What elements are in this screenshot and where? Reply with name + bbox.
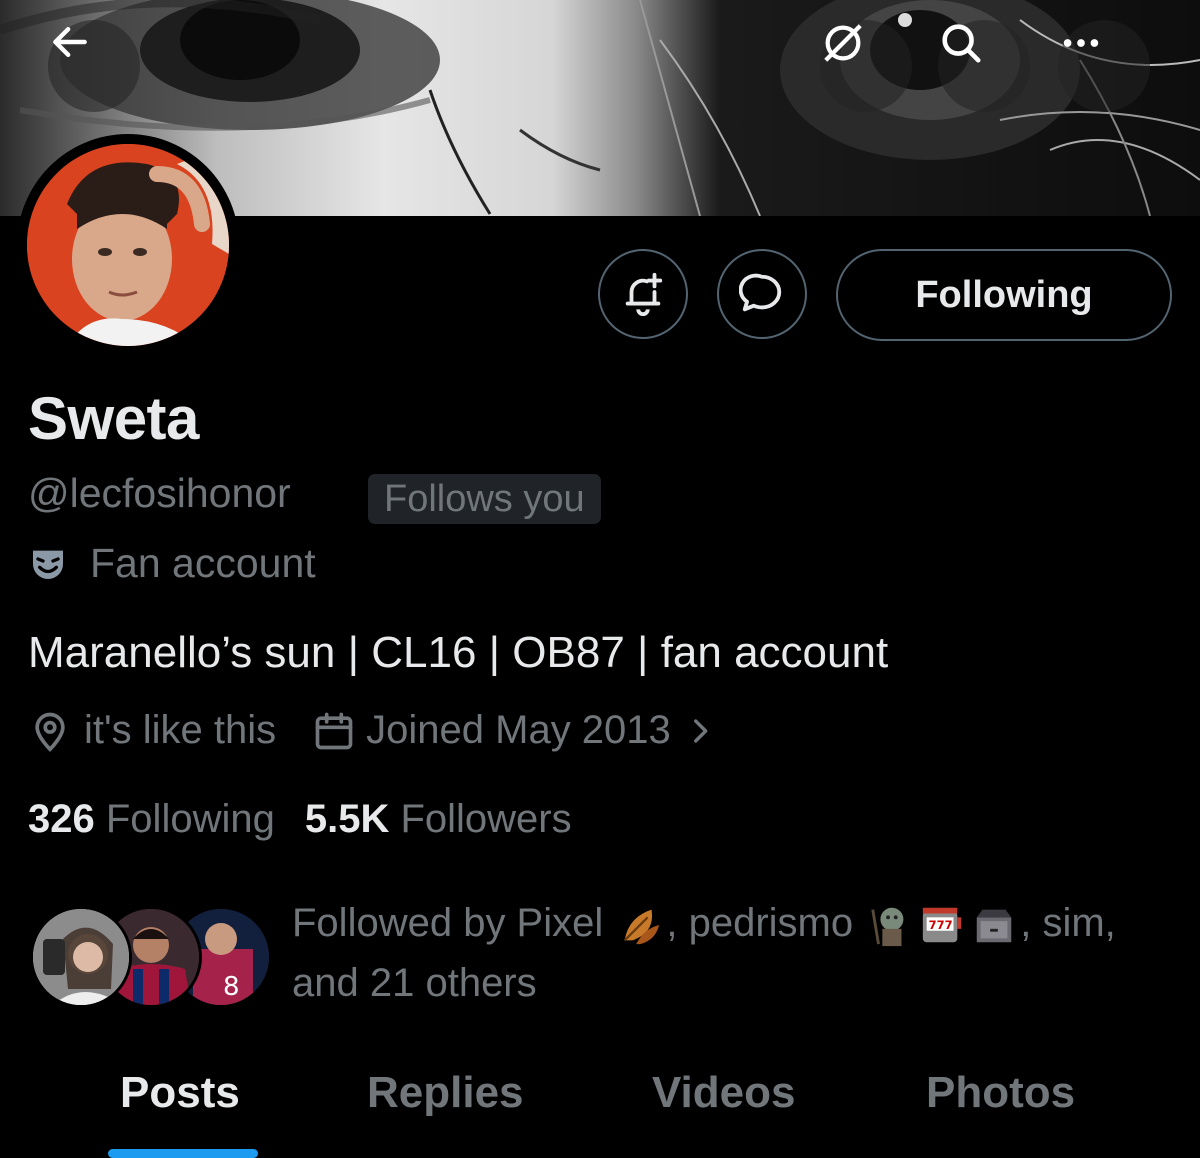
following-button[interactable]: Following (836, 249, 1172, 341)
followed-by-text[interactable]: Followed by Pixel , pedrismo 777 , sim, … (292, 893, 1182, 1013)
more-button[interactable] (1058, 20, 1150, 112)
profile-category: Fan account (28, 540, 316, 587)
troll-icon (871, 908, 904, 947)
followed-by-suffix: and 21 others (292, 961, 537, 1005)
back-button[interactable] (48, 20, 140, 112)
calendar-icon (315, 712, 353, 749)
arrow-left-icon (53, 26, 87, 58)
message-button[interactable] (717, 249, 807, 339)
followed-by-third: , sim, (1020, 901, 1116, 945)
follows-you-badge: Follows you (368, 474, 601, 524)
slot-machine-icon: 777 (923, 908, 962, 943)
mask-icon (33, 550, 63, 579)
grok-button[interactable] (820, 20, 912, 112)
followed-by-second: , pedrismo (666, 901, 854, 945)
tab-posts[interactable]: Posts (120, 1060, 240, 1158)
mutual-avatar-1 (30, 906, 132, 1008)
profile-meta: it's like this Joined May 2013 (28, 708, 717, 753)
fallen-leaf-icon (624, 910, 660, 945)
svg-text:777: 777 (929, 918, 953, 932)
svg-text:8: 8 (223, 972, 240, 1002)
grok-icon (824, 24, 862, 62)
profile-name: Sweta (28, 385, 199, 452)
joined-text: Joined May 2013 (366, 708, 671, 752)
active-tab-indicator (108, 1149, 258, 1158)
category-label: Fan account (90, 540, 316, 586)
more-icon (1063, 39, 1099, 47)
followed-by-prefix: Followed by Pixel (292, 901, 604, 945)
chat-bubble-icon (739, 273, 782, 312)
profile-tabs: Posts Replies Videos Photos (0, 1060, 1200, 1158)
notifications-button[interactable] (598, 249, 688, 339)
search-button[interactable] (938, 20, 1030, 112)
location-text: it's like this (84, 708, 277, 752)
location-icon (35, 712, 65, 752)
profile-handle: @lecfosihonor (28, 470, 291, 516)
avatar-image (27, 144, 229, 346)
tab-photos[interactable]: Photos (926, 1060, 1075, 1158)
profile-stats: 326 Following 5.5K Followers (28, 797, 572, 842)
tab-replies[interactable]: Replies (367, 1060, 524, 1158)
mutual-followers-avatars[interactable]: 8 (30, 906, 272, 1008)
bell-plus-icon (625, 272, 663, 316)
chevron-right-icon[interactable] (683, 714, 717, 748)
tab-videos[interactable]: Videos (652, 1060, 795, 1158)
file-cabinet-icon (977, 910, 1012, 943)
search-icon (942, 24, 981, 63)
following-stat[interactable]: 326 Following (28, 797, 275, 841)
followers-stat[interactable]: 5.5K Followers (305, 797, 572, 841)
profile-bio: Maranello’s sun | CL16 | OB87 | fan acco… (28, 628, 889, 677)
avatar[interactable] (17, 134, 239, 356)
